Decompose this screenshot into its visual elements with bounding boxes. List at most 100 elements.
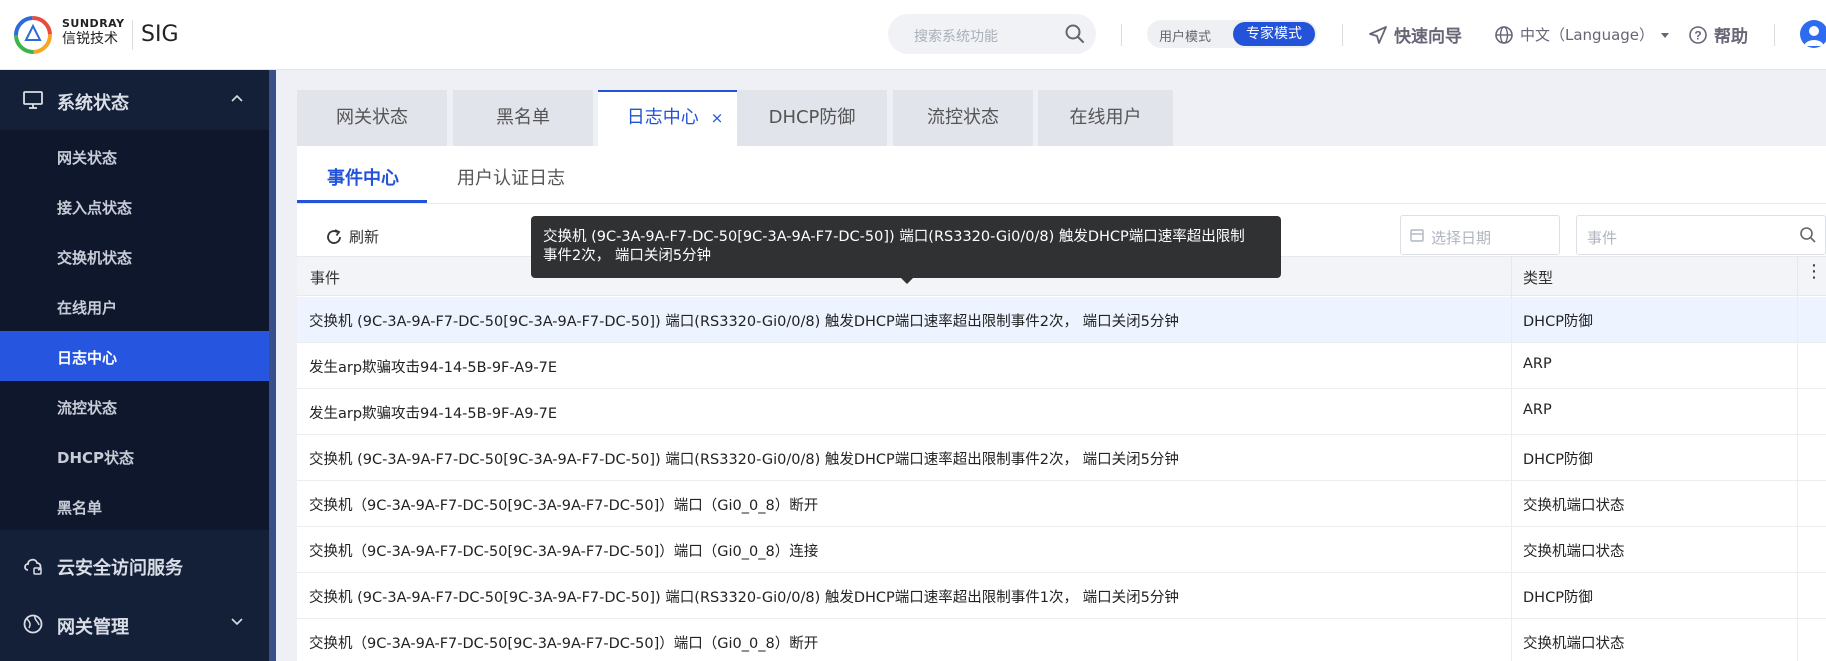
expert-mode-option[interactable]: 专家模式 [1233, 22, 1315, 46]
subtab-event-center[interactable]: 事件中心 [327, 164, 399, 190]
column-divider [1511, 527, 1512, 573]
table-row[interactable]: 交换机（9C-3A-9A-F7-DC-50[9C-3A-9A-F7-DC-50]… [297, 619, 1826, 661]
type-cell: DHCP防御 [1523, 314, 1593, 330]
table-row[interactable]: 发生arp欺骗攻击94-14-5B-9F-A9-7E ARP [297, 389, 1826, 435]
column-divider [1511, 481, 1512, 527]
refresh-icon [327, 228, 341, 244]
date-placeholder: 选择日期 [1431, 229, 1492, 247]
sidebar-group-gateway-mgmt[interactable]: 网关管理 [0, 594, 269, 654]
quick-guide-label: 快速向导 [1394, 27, 1462, 47]
sidebar-item-gateway-status[interactable]: 网关状态 [0, 131, 269, 181]
sundray-logo-icon [14, 16, 52, 54]
table-row[interactable]: 交换机 (9C-3A-9A-F7-DC-50[9C-3A-9A-F7-DC-50… [297, 435, 1826, 481]
quick-guide-link[interactable]: 快速向导 [1368, 22, 1462, 47]
event-tooltip: 交换机 (9C-3A-9A-F7-DC-50[9C-3A-9A-F7-DC-50… [531, 216, 1281, 278]
type-cell: DHCP防御 [1523, 452, 1593, 468]
event-cell: 交换机 (9C-3A-9A-F7-DC-50[9C-3A-9A-F7-DC-50… [309, 590, 1179, 606]
table-row[interactable]: 交换机 (9C-3A-9A-F7-DC-50[9C-3A-9A-F7-DC-50… [297, 573, 1826, 619]
send-icon [1369, 25, 1387, 44]
table-row[interactable]: 交换机（9C-3A-9A-F7-DC-50[9C-3A-9A-F7-DC-50]… [297, 527, 1826, 573]
table-row[interactable]: 交换机 (9C-3A-9A-F7-DC-50[9C-3A-9A-F7-DC-50… [297, 297, 1826, 343]
column-divider [1511, 257, 1512, 297]
search-placeholder: 搜索系统功能 [914, 29, 998, 45]
main-area: 网关状态 黑名单 日志中心 × DHCP防御 流控状态 在线用户 事件中心 用户认… [276, 70, 1826, 661]
user-avatar[interactable] [1800, 20, 1826, 48]
tab-blacklist[interactable]: 黑名单 [453, 90, 593, 146]
brand-cn: 信锐技术 [62, 31, 118, 47]
chevron-down-icon [231, 618, 243, 626]
help-link[interactable]: ? 帮助 [1688, 22, 1748, 47]
user-icon [1804, 26, 1824, 46]
header-divider [1121, 24, 1122, 46]
type-cell: 交换机端口状态 [1523, 636, 1625, 652]
brand-divider [132, 20, 133, 50]
tab-gateway-status[interactable]: 网关状态 [297, 90, 447, 146]
sidebar-item-label: DHCP状态 [57, 449, 135, 467]
globe-icon [23, 614, 43, 634]
tab-dhcp-defense[interactable]: DHCP防御 [737, 90, 887, 146]
language-dropdown[interactable]: 中文（Language） [1494, 24, 1670, 45]
sidebar: 系统状态 网关状态 接入点状态 交换机状态 在线用户 日志中心 流控状态 DHC… [0, 70, 269, 661]
column-divider [1797, 297, 1798, 343]
tab-close-icon[interactable]: × [711, 109, 724, 127]
svg-text:?: ? [1694, 28, 1701, 42]
sidebar-item-label: 网关状态 [57, 149, 118, 167]
table-row[interactable]: 发生arp欺骗攻击94-14-5B-9F-A9-7E ARP [297, 343, 1826, 389]
tab-flow-control[interactable]: 流控状态 [893, 90, 1033, 146]
sidebar-item-label: 黑名单 [57, 499, 103, 517]
table-row[interactable]: 交换机（9C-3A-9A-F7-DC-50[9C-3A-9A-F7-DC-50]… [297, 481, 1826, 527]
refresh-button[interactable]: 刷新 [325, 226, 379, 247]
tab-label: 在线用户 [1069, 107, 1142, 128]
tab-log-center[interactable]: 日志中心 × [598, 90, 752, 146]
sidebar-group-label: 网关管理 [57, 617, 129, 638]
event-search-input[interactable]: 事件 [1576, 215, 1826, 255]
more-columns-icon[interactable]: ⋮ [1805, 261, 1823, 282]
mode-toggle[interactable]: 用户模式 专家模式 [1147, 20, 1317, 48]
tooltip-arrow [900, 277, 914, 284]
sidebar-item-flow-control[interactable]: 流控状态 [0, 381, 269, 431]
user-mode-option[interactable]: 用户模式 [1159, 26, 1211, 45]
sidebar-item-dhcp-status[interactable]: DHCP状态 [0, 431, 269, 481]
tab-label: 流控状态 [927, 107, 999, 128]
tab-label: DHCP防御 [768, 107, 856, 128]
column-divider [1511, 573, 1512, 619]
sidebar-group-system-status[interactable]: 系统状态 [0, 70, 269, 130]
column-divider [1797, 573, 1798, 619]
calendar-icon [1410, 229, 1424, 242]
column-divider [1797, 481, 1798, 527]
caret-down-icon [1661, 32, 1670, 38]
event-cell: 发生arp欺骗攻击94-14-5B-9F-A9-7E [309, 406, 558, 422]
sidebar-item-switch-status[interactable]: 交换机状态 [0, 231, 269, 281]
sidebar-item-label: 接入点状态 [57, 199, 133, 217]
monitor-icon [23, 91, 43, 109]
tooltip-line: 事件2次， 端口关闭5分钟 [543, 248, 712, 264]
product-name: SIG [141, 22, 179, 47]
header-divider [1774, 24, 1775, 46]
column-divider [1511, 297, 1512, 343]
type-cell: 交换机端口状态 [1523, 498, 1625, 514]
type-cell: 交换机端口状态 [1523, 544, 1625, 560]
column-header-event[interactable]: 事件 [310, 267, 340, 288]
event-cell: 交换机（9C-3A-9A-F7-DC-50[9C-3A-9A-F7-DC-50]… [309, 544, 819, 560]
language-label: 中文（Language） [1520, 26, 1655, 44]
tooltip-line: 交换机 (9C-3A-9A-F7-DC-50[9C-3A-9A-F7-DC-50… [543, 229, 1245, 245]
date-picker[interactable]: 选择日期 [1400, 215, 1560, 255]
sidebar-item-log-center[interactable]: 日志中心 [0, 331, 269, 381]
subtab-divider [297, 203, 1826, 204]
sidebar-item-online-users[interactable]: 在线用户 [0, 281, 269, 331]
sidebar-item-ap-status[interactable]: 接入点状态 [0, 181, 269, 231]
sidebar-item-label: 流控状态 [57, 399, 118, 417]
tab-label: 黑名单 [496, 107, 550, 128]
sidebar-group-cloud-security[interactable]: 云安全访问服务 [0, 535, 269, 595]
brand: SUNDRAY 信锐技术 [62, 18, 125, 46]
sidebar-item-blacklist[interactable]: 黑名单 [0, 481, 269, 531]
column-header-type[interactable]: 类型 [1523, 267, 1553, 288]
column-divider [1511, 619, 1512, 661]
subtab-auth-log[interactable]: 用户认证日志 [457, 164, 565, 190]
refresh-label: 刷新 [349, 228, 380, 246]
search-icon[interactable] [1064, 23, 1086, 45]
column-divider [1511, 343, 1512, 389]
tab-online-users[interactable]: 在线用户 [1038, 90, 1173, 146]
search-icon[interactable] [1799, 226, 1817, 244]
system-search-input[interactable]: 搜索系统功能 [888, 14, 1096, 54]
